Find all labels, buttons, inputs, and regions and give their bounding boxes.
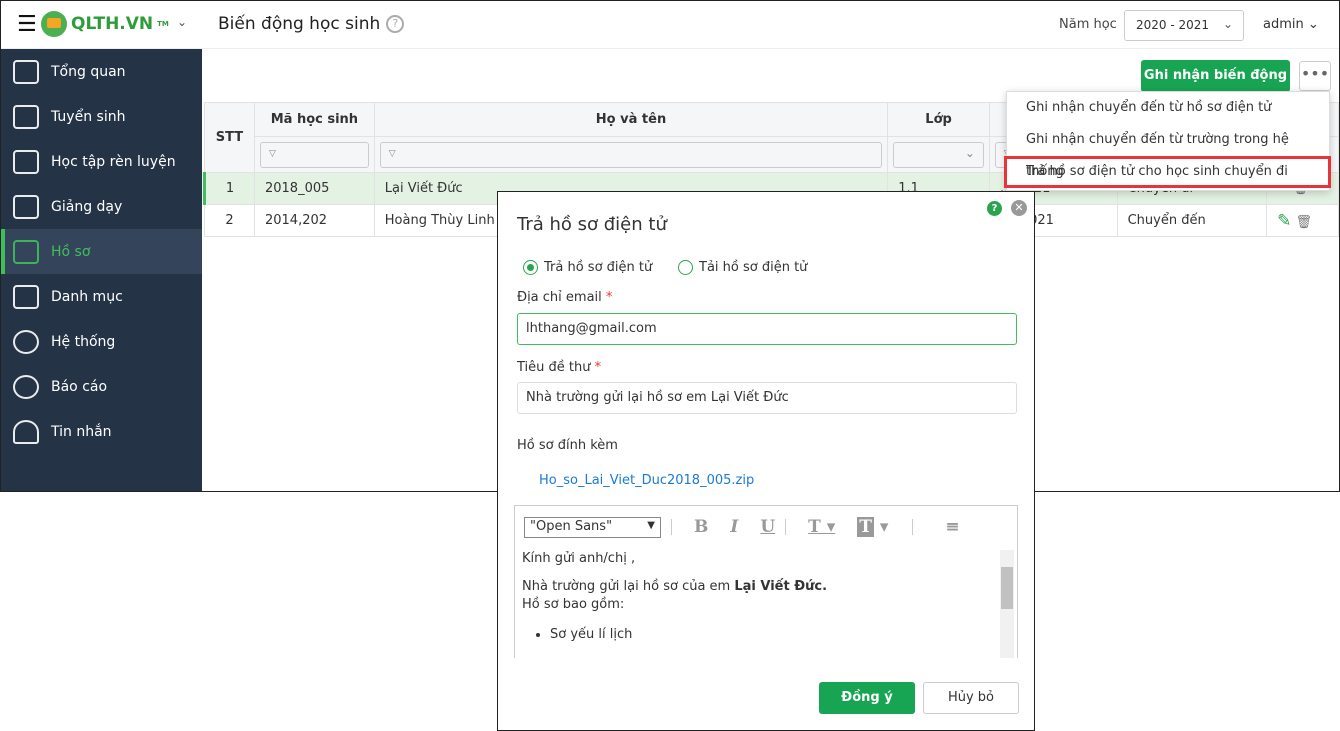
filter-ma-input[interactable]: ▽: [259, 141, 369, 168]
list-menu-icon[interactable]: ≡: [945, 517, 959, 537]
more-options-button[interactable]: •••: [1299, 61, 1331, 91]
return-file-dialog: Trả hồ sơ điện tử ? ✕ Trả hồ sơ điện tử …: [497, 191, 1035, 731]
background-color-icon[interactable]: T ▾: [857, 517, 888, 537]
student-icon: [13, 104, 39, 129]
editor-scrollbar[interactable]: [1000, 550, 1014, 658]
sidebar-item-tong-quan[interactable]: Tổng quan: [1, 49, 202, 94]
sidebar-item-hoc-tap[interactable]: Học tập rèn luyện: [1, 139, 202, 184]
sidebar-item-giang-day[interactable]: Giảng dạy: [1, 184, 202, 229]
board-icon: [13, 194, 39, 219]
filter-lop-select[interactable]: ⌄: [893, 141, 984, 168]
chart-icon: [13, 59, 39, 84]
cancel-button[interactable]: Hủy bỏ: [923, 682, 1019, 714]
radio-checked-icon: [523, 260, 538, 275]
subject-label: Tiêu đề thư *: [517, 360, 602, 375]
sidebar-item-tin-nhan[interactable]: Tin nhắn: [1, 409, 202, 454]
filter-ten-input[interactable]: ▽: [379, 141, 883, 168]
col-ten: Họ và tên: [373, 102, 889, 137]
book-icon: [13, 149, 39, 174]
rich-text-editor[interactable]: "Open Sans" ▼ B I U T ▾ T ▾ ≡ Kính gửi an…: [514, 505, 1018, 658]
user-menu[interactable]: admin ⌄: [1263, 17, 1319, 32]
confirm-button[interactable]: Đồng ý: [819, 682, 915, 714]
logo-icon: [41, 11, 67, 37]
edit-icon[interactable]: ✎: [1277, 211, 1291, 231]
bell-icon: [13, 419, 39, 444]
chevron-down-icon: ⌄: [1222, 17, 1233, 31]
font-select[interactable]: "Open Sans" ▼: [524, 516, 661, 538]
dialog-title: Trả hồ sơ điện tử: [517, 214, 667, 235]
more-options-menu: Ghi nhận chuyển đến từ hồ sơ điện tử Ghi…: [1004, 91, 1331, 191]
editor-toolbar: "Open Sans" ▼ B I U T ▾ T ▾ ≡: [515, 506, 1017, 548]
pie-chart-icon: [13, 374, 39, 399]
help-icon[interactable]: ?: [386, 15, 405, 33]
col-ma: Mã học sinh: [253, 102, 375, 137]
sidebar-item-bao-cao[interactable]: Báo cáo: [1, 364, 202, 409]
sidebar-item-tuyen-sinh[interactable]: Tuyển sinh: [1, 94, 202, 139]
attachment-link[interactable]: Ho_so_Lai_Viet_Duc2018_005.zip: [539, 473, 754, 488]
sidebar-item-he-thong[interactable]: Hệ thống: [1, 319, 202, 364]
page-title: Biến động học sinh?: [218, 14, 405, 34]
folder-icon: [13, 284, 39, 309]
email-field[interactable]: lhthang@gmail.com: [517, 313, 1017, 345]
email-label: Địa chỉ email *: [517, 290, 613, 305]
radio-download[interactable]: Tải hồ sơ điện tử: [678, 260, 807, 275]
gear-icon: [13, 329, 39, 354]
editor-body[interactable]: Kính gửi anh/chị , Nhà trường gửi lại hồ…: [522, 550, 997, 644]
year-label: Năm học: [1059, 17, 1117, 32]
attachment-label: Hồ sơ đính kèm: [517, 438, 618, 453]
subject-field[interactable]: Nhà trường gửi lại hồ sơ em Lại Viết Đức: [517, 382, 1017, 414]
bold-icon[interactable]: B: [694, 517, 708, 537]
menu-item-import-school[interactable]: Ghi nhận chuyển đến từ trường trong hệ t…: [1007, 124, 1329, 179]
radio-return[interactable]: Trả hồ sơ điện tử: [523, 260, 652, 275]
menu-item-import-file[interactable]: Ghi nhận chuyển đến từ hồ sơ điện tử: [1007, 92, 1329, 124]
sidebar-item-ho-so[interactable]: Hồ sơ: [1, 229, 202, 274]
col-lop: Lớp: [887, 102, 990, 137]
menu-item-return-file[interactable]: Trả hồ sơ điện tử cho học sinh chuyển đi: [1004, 156, 1331, 188]
italic-icon[interactable]: I: [730, 517, 738, 537]
help-icon[interactable]: ?: [987, 201, 1002, 216]
sidebar-item-danh-muc[interactable]: Danh mục: [1, 274, 202, 319]
top-header: ☰ QLTH.VN TM ⌄ Biến động học sinh? Năm họ…: [1, 1, 1339, 49]
radio-unchecked-icon: [678, 260, 693, 275]
logo[interactable]: QLTH.VN TM: [41, 11, 169, 37]
sidebar: Tổng quan Tuyển sinh Học tập rèn luyện G…: [1, 49, 202, 491]
text-color-icon[interactable]: T ▾: [808, 517, 835, 537]
record-change-button[interactable]: Ghi nhận biến động: [1141, 60, 1290, 92]
document-icon: [13, 239, 39, 264]
col-stt: STT: [204, 102, 255, 173]
trash-icon[interactable]: 🗑: [1296, 215, 1313, 230]
year-select[interactable]: 2020 - 2021 ⌄: [1124, 10, 1244, 41]
close-icon[interactable]: ✕: [1011, 200, 1027, 216]
underline-icon[interactable]: U: [760, 517, 775, 537]
hamburger-menu-icon[interactable]: ☰: [17, 14, 37, 36]
chevron-down-icon[interactable]: ⌄: [177, 15, 187, 29]
